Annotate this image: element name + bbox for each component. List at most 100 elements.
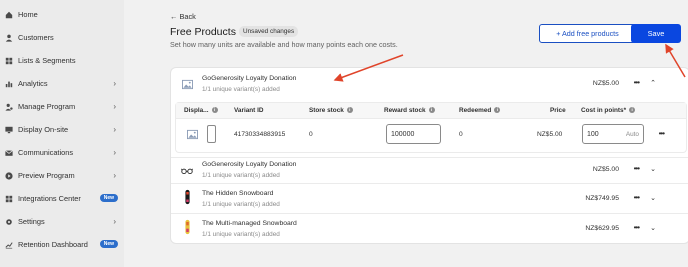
sidebar-item-settings[interactable]: Settings › — [0, 210, 124, 233]
product-price: NZ$5.00 — [592, 166, 619, 173]
info-icon[interactable]: i — [494, 107, 501, 114]
sidebar-item-label: Settings — [18, 217, 45, 226]
sidebar-item-label: Communications — [18, 148, 74, 157]
page-subtitle: Set how many units are available and how… — [170, 40, 398, 49]
person-gear-icon — [5, 103, 13, 111]
header-display: Displa... i — [184, 107, 218, 114]
page-title: Free Products — [170, 26, 236, 38]
variants-table-header: Displa... i Variant ID Store stock i Rewar… — [176, 103, 686, 119]
product-row[interactable]: GoGenerosity Loyalty Donation 1/1 unique… — [171, 158, 688, 184]
snowboard-icon — [181, 189, 193, 205]
product-variant-count: 1/1 unique variant(s) added — [202, 231, 280, 238]
sidebar-item-label: Manage Program — [18, 102, 76, 111]
list-icon — [5, 57, 13, 65]
chevron-down-icon[interactable]: ⌄ — [650, 165, 656, 173]
image-placeholder-icon — [181, 77, 193, 91]
header-reward-stock: Reward stock i — [384, 107, 435, 114]
variant-id-value: 41730334883915 — [234, 131, 286, 138]
chevron-right-icon: › — [113, 171, 116, 180]
sidebar-item-lists-segments[interactable]: Lists & Segments — [0, 49, 124, 72]
sidebar-item-label: Customers — [18, 33, 54, 42]
unsaved-changes-badge: Unsaved changes — [239, 26, 299, 37]
play-icon — [5, 171, 13, 180]
info-icon[interactable]: i — [629, 107, 636, 114]
back-link[interactable]: ← Back — [170, 12, 196, 21]
reward-stock-input[interactable]: 100000 — [386, 124, 441, 144]
bar-chart-icon — [5, 80, 13, 88]
info-icon[interactable]: i — [428, 107, 435, 114]
sidebar-item-label: Analytics — [18, 79, 48, 88]
chevron-right-icon: › — [113, 217, 116, 226]
sidebar-item-label: Integrations Center — [18, 194, 81, 203]
product-price: NZ$749.95 — [585, 195, 619, 202]
main-content: ← Back Free Products Unsaved changes Set… — [124, 0, 688, 267]
variant-image-slot[interactable] — [207, 125, 216, 143]
save-button[interactable]: Save — [631, 24, 681, 43]
sidebar-item-label: Preview Program — [18, 171, 75, 180]
variants-table: Displa... i Variant ID Store stock i Rewar… — [175, 102, 687, 153]
product-name: GoGenerosity Loyalty Donation — [202, 161, 297, 168]
gear-icon — [5, 218, 13, 226]
more-actions-icon[interactable]: ••• — [634, 78, 640, 87]
sidebar-item-communications[interactable]: Communications › — [0, 141, 124, 164]
chevron-right-icon: › — [113, 102, 116, 111]
product-price: NZ$5.00 — [592, 80, 619, 87]
mail-icon — [5, 149, 13, 157]
products-card: GoGenerosity Loyalty Donation 1/1 unique… — [170, 67, 688, 244]
glasses-icon — [181, 163, 193, 177]
sidebar-item-retention-dashboard[interactable]: Retention Dashboard New — [0, 233, 124, 256]
more-actions-icon[interactable]: ••• — [634, 164, 640, 173]
home-icon — [5, 11, 13, 19]
auto-label: Auto — [625, 130, 639, 138]
sidebar-item-label: Lists & Segments — [18, 56, 76, 65]
chevron-down-icon[interactable]: ⌄ — [650, 194, 656, 202]
info-icon[interactable]: i — [346, 107, 353, 114]
cost-in-points-input[interactable]: 100 Auto — [582, 124, 644, 144]
more-actions-icon[interactable]: ••• — [659, 129, 665, 138]
sidebar-item-analytics[interactable]: Analytics › — [0, 72, 124, 95]
redeemed-value: 0 — [459, 131, 463, 138]
sidebar-item-customers[interactable]: Customers — [0, 26, 124, 49]
more-actions-icon[interactable]: ••• — [634, 223, 640, 232]
sidebar-item-label: Display On-site — [18, 125, 69, 134]
info-icon[interactable]: i — [211, 107, 218, 114]
sidebar-item-display-on-site[interactable]: Display On-site › — [0, 118, 124, 141]
product-name: GoGenerosity Loyalty Donation — [202, 75, 297, 82]
sidebar-item-preview-program[interactable]: Preview Program › — [0, 164, 124, 187]
sidebar-item-integrations-center[interactable]: Integrations Center New — [0, 187, 124, 210]
product-row[interactable]: GoGenerosity Loyalty Donation 1/1 unique… — [171, 68, 688, 158]
chevron-right-icon: › — [113, 148, 116, 157]
sidebar-item-label: Home — [18, 10, 38, 19]
add-free-products-button[interactable]: + Add free products — [539, 24, 636, 43]
sidebar-item-home[interactable]: Home — [0, 3, 124, 26]
product-name: The Hidden Snowboard — [202, 190, 274, 197]
new-badge: New — [99, 240, 118, 248]
price-value: NZ$5.00 — [537, 131, 563, 138]
new-badge: New — [99, 194, 118, 202]
sidebar-item-manage-program[interactable]: Manage Program › — [0, 95, 124, 118]
sidebar: Home Customers Lists & Segments Analytic… — [0, 0, 124, 267]
product-row[interactable]: The Hidden Snowboard 1/1 unique variant(… — [171, 184, 688, 214]
chevron-right-icon: › — [113, 79, 116, 88]
snowboard-yellow-icon — [181, 219, 193, 235]
product-variant-count: 1/1 unique variant(s) added — [202, 201, 280, 208]
person-icon — [5, 34, 13, 42]
header-redeemed: Redeemed i — [459, 107, 501, 114]
more-actions-icon[interactable]: ••• — [634, 193, 640, 202]
product-name: The Multi-managed Snowboard — [202, 220, 297, 227]
product-row[interactable]: The Multi-managed Snowboard 1/1 unique v… — [171, 214, 688, 243]
header-price: Price — [550, 107, 566, 114]
apps-icon — [5, 195, 13, 203]
line-chart-icon — [5, 241, 13, 249]
product-price: NZ$629.95 — [585, 225, 619, 232]
product-variant-count: 1/1 unique variant(s) added — [202, 86, 280, 93]
chevron-right-icon: › — [113, 125, 116, 134]
chevron-up-icon[interactable]: ⌃ — [650, 79, 656, 87]
header-store-stock: Store stock i — [309, 107, 353, 114]
image-placeholder-icon — [187, 129, 198, 142]
store-stock-value: 0 — [309, 131, 313, 138]
header-cost-in-points: Cost in points* i — [581, 107, 636, 114]
chevron-down-icon[interactable]: ⌄ — [650, 224, 656, 232]
sidebar-item-label: Retention Dashboard — [18, 240, 88, 249]
product-variant-count: 1/1 unique variant(s) added — [202, 172, 280, 179]
